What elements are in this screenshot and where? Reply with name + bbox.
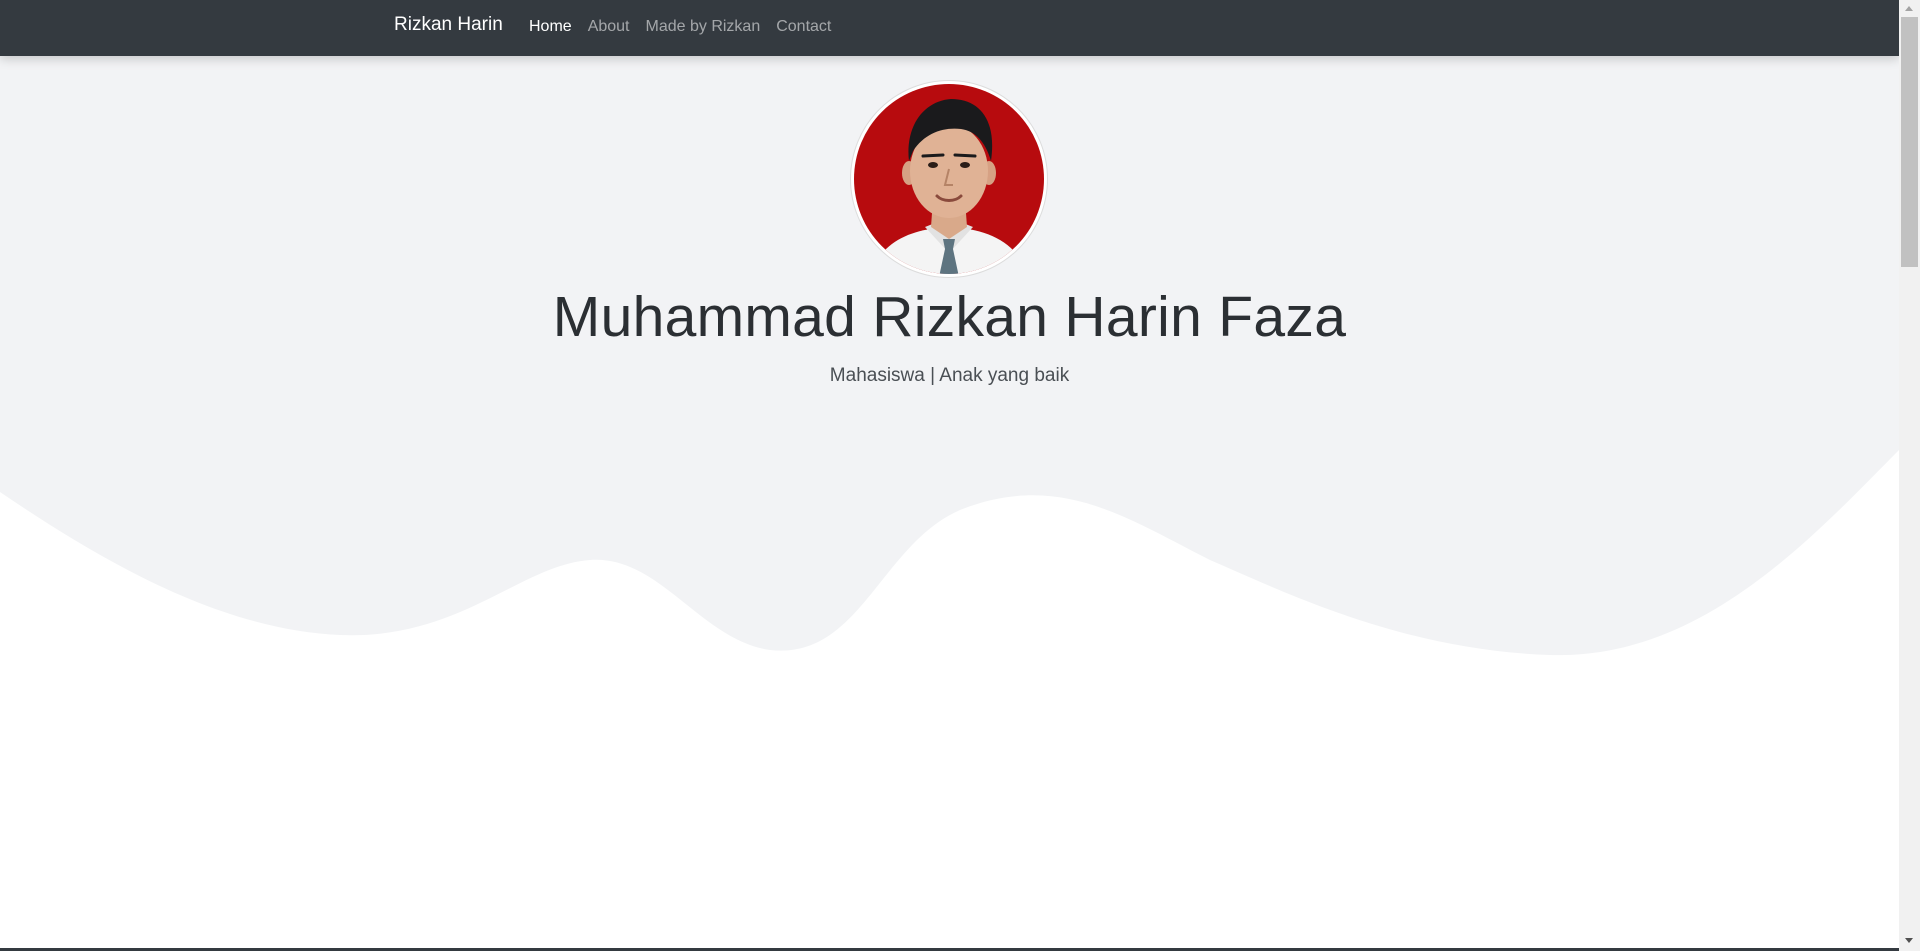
- vertical-scrollbar[interactable]: [1899, 0, 1920, 951]
- page: Rizkan Harin Home About Made by Rizkan C…: [0, 0, 1920, 951]
- scrollbar-thumb[interactable]: [1901, 17, 1918, 267]
- scroll-up-arrow-icon[interactable]: [1905, 6, 1913, 11]
- hero-tagline: Mahasiswa | Anak yang baik: [829, 365, 1070, 386]
- top-navbar: Rizkan Harin Home About Made by Rizkan C…: [0, 0, 1899, 56]
- navbar-brand[interactable]: Rizkan Harin: [394, 14, 503, 36]
- scroll-down-arrow-icon[interactable]: [1905, 938, 1913, 943]
- nav-link-home[interactable]: Home: [529, 18, 572, 36]
- nav-links: Home About Made by Rizkan Contact: [529, 18, 847, 36]
- nav-link-made-by-rizkan[interactable]: Made by Rizkan: [646, 18, 761, 36]
- nav-link-about[interactable]: About: [588, 18, 630, 36]
- hero-name: Muhammad Rizkan Harin Faza: [552, 285, 1347, 349]
- profile-photo-icon: [854, 84, 1044, 274]
- profile-avatar: [851, 81, 1047, 277]
- page-content: Rizkan Harin Home About Made by Rizkan C…: [0, 0, 1899, 951]
- nav-link-contact[interactable]: Contact: [776, 18, 831, 36]
